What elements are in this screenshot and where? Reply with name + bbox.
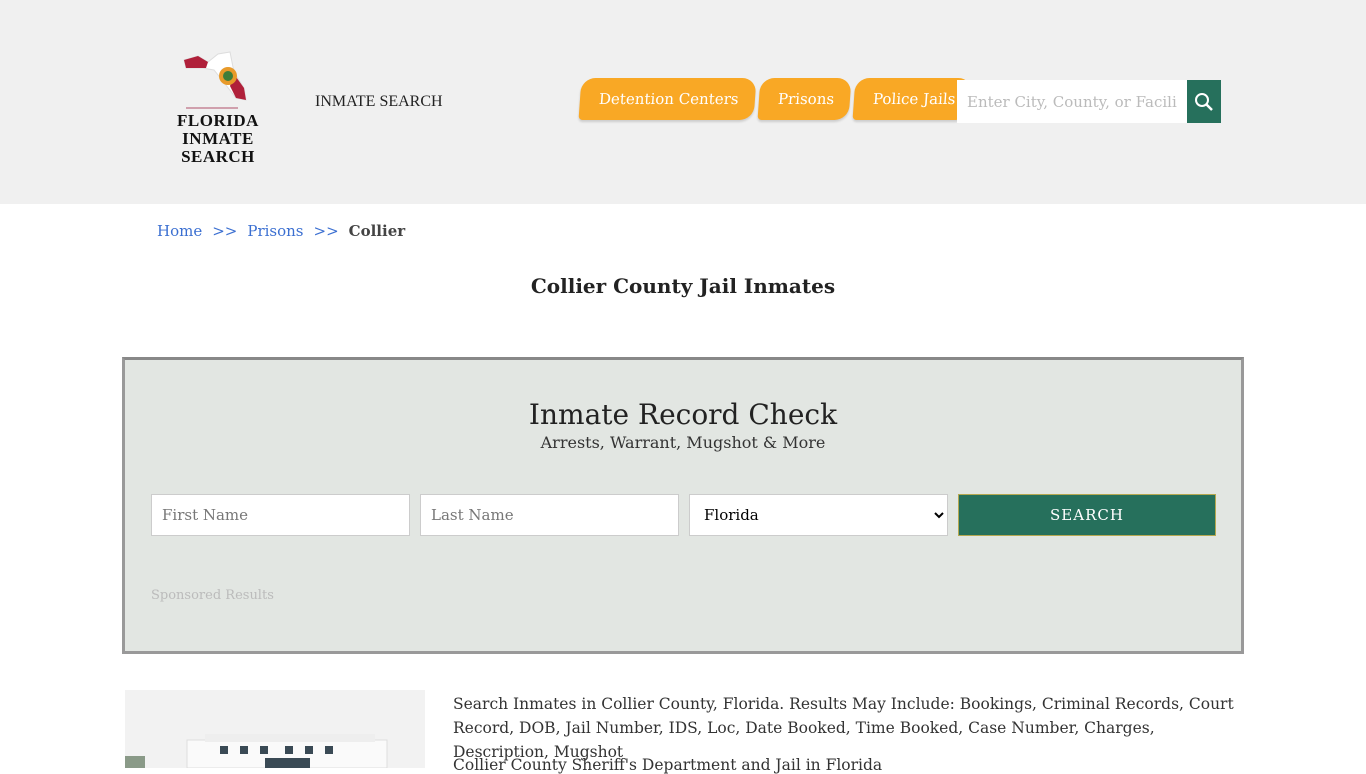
record-check-panel: Inmate Record Check Arrests, Warrant, Mu… bbox=[122, 357, 1244, 654]
nav-detention-centers[interactable]: Detention Centers bbox=[578, 78, 757, 120]
county-description: Search Inmates in Collier County, Florid… bbox=[453, 695, 1234, 761]
page-title: Collier County Jail Inmates bbox=[530, 274, 836, 298]
record-check-title: Inmate Record Check bbox=[528, 398, 838, 431]
record-check-subtitle: Arrests, Warrant, Mugshot & More bbox=[540, 433, 826, 452]
breadcrumb-home[interactable]: Home bbox=[157, 222, 202, 240]
first-name-input[interactable] bbox=[151, 494, 410, 536]
breadcrumb-separator: >> bbox=[313, 222, 339, 240]
florida-map-icon bbox=[183, 51, 247, 109]
search-button[interactable] bbox=[1187, 80, 1221, 123]
nav-police-jails[interactable]: Police Jails bbox=[852, 78, 973, 120]
last-name-input[interactable] bbox=[420, 494, 679, 536]
sponsored-results-label: Sponsored Results bbox=[151, 588, 274, 603]
site-name[interactable]: INMATE SEARCH bbox=[315, 93, 443, 111]
breadcrumb-prisons[interactable]: Prisons bbox=[247, 222, 303, 240]
search-icon bbox=[1195, 92, 1213, 111]
breadcrumb-separator: >> bbox=[212, 222, 238, 240]
logo-text-line1: FLORIDA bbox=[177, 111, 259, 130]
site-logo[interactable]: FLORIDA INMATE SEARCH bbox=[148, 44, 288, 166]
breadcrumb: Home >> Prisons >> Collier bbox=[157, 222, 405, 240]
facility-search bbox=[957, 80, 1221, 123]
nav-prisons[interactable]: Prisons bbox=[757, 78, 852, 120]
jail-building-image bbox=[125, 690, 425, 768]
header: FLORIDA INMATE SEARCH INMATE SEARCH Dete… bbox=[0, 0, 1366, 204]
state-select[interactable]: Florida bbox=[689, 494, 948, 536]
county-description-2: Collier County Sheriff's Department and … bbox=[453, 756, 883, 774]
facility-search-input[interactable] bbox=[957, 80, 1187, 123]
logo-text-line2: INMATE SEARCH bbox=[181, 129, 255, 166]
main-nav: Detention Centers Prisons Police Jails bbox=[578, 78, 973, 120]
breadcrumb-current: Collier bbox=[348, 222, 406, 240]
record-search-form: Florida SEARCH bbox=[151, 494, 1216, 536]
record-search-button[interactable]: SEARCH bbox=[958, 494, 1216, 536]
